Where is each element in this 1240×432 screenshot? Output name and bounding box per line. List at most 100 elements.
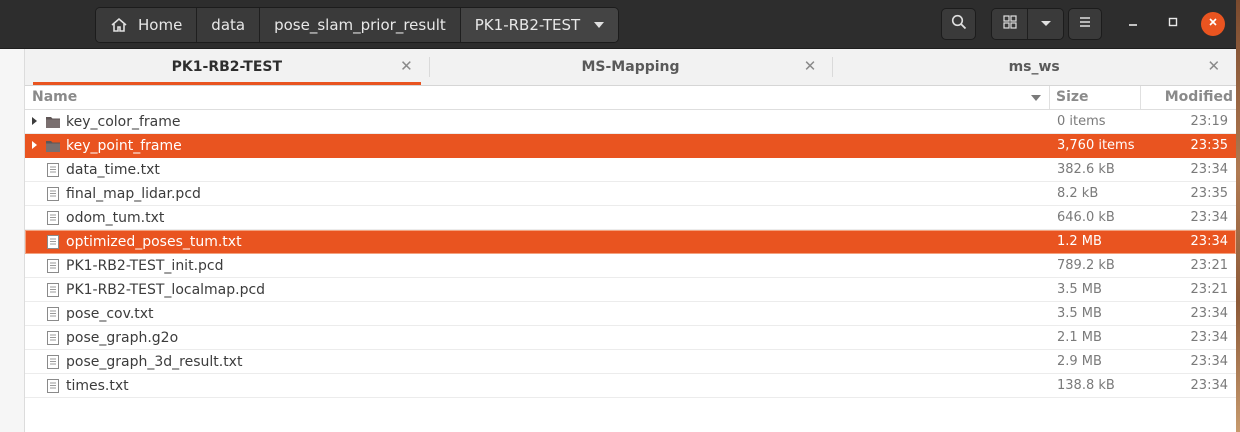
column-separator[interactable] (1140, 86, 1141, 109)
file-name: pose_cov.txt (66, 306, 154, 322)
minimize-button[interactable] (1121, 12, 1145, 36)
text-file-icon (45, 258, 61, 274)
tab-label: ms_ws (1008, 59, 1060, 75)
desktop-background (1236, 0, 1240, 432)
breadcrumb-label: pose_slam_prior_result (274, 16, 446, 34)
tab-ms-mapping[interactable]: MS-Mapping ✕ (428, 49, 833, 85)
text-file-icon (45, 162, 61, 178)
column-headers: Name Size Modified (25, 86, 1236, 110)
file-modified: 23:34 (1190, 162, 1228, 177)
close-icon[interactable]: ✕ (1207, 57, 1220, 75)
file-modified: 23:35 (1190, 138, 1228, 153)
tab-label: MS-Mapping (581, 59, 680, 75)
file-name: final_map_lidar.pcd (66, 186, 201, 202)
chevron-down-icon (1040, 16, 1052, 32)
menu-button[interactable] (1068, 8, 1102, 40)
file-name: PK1-RB2-TEST_init.pcd (66, 258, 224, 274)
table-row[interactable]: times.txt 138.8 kB 23:34 (25, 374, 1236, 398)
folder-icon (45, 114, 61, 130)
file-name: key_point_frame (66, 138, 182, 154)
breadcrumb-label: PK1-RB2-TEST (474, 16, 581, 34)
table-row[interactable]: final_map_lidar.pcd 8.2 kB 23:35 (25, 182, 1236, 206)
expand-arrow-icon[interactable] (32, 141, 37, 149)
tab-bar: PK1-RB2-TEST ✕ MS-Mapping ✕ ms_ws ✕ (25, 49, 1236, 86)
file-modified: 23:19 (1190, 114, 1228, 129)
grid-view-icon (1002, 15, 1017, 33)
breadcrumb-current[interactable]: PK1-RB2-TEST (460, 8, 619, 42)
table-row[interactable]: key_color_frame 0 items 23:19 (25, 110, 1236, 134)
close-icon[interactable]: ✕ (804, 57, 817, 75)
file-modified: 23:34 (1190, 210, 1228, 225)
text-file-icon (45, 186, 61, 202)
breadcrumb-pose-slam-prior-result[interactable]: pose_slam_prior_result (260, 8, 461, 42)
close-icon[interactable]: ✕ (400, 57, 413, 75)
text-file-icon (45, 378, 61, 394)
file-modified: 23:21 (1190, 282, 1228, 297)
table-row[interactable]: PK1-RB2-TEST_init.pcd 789.2 kB 23:21 (25, 254, 1236, 278)
file-size: 3.5 MB (1057, 282, 1102, 297)
table-row[interactable]: pose_graph.g2o 2.1 MB 23:34 (25, 326, 1236, 350)
table-row[interactable]: data_time.txt 382.6 kB 23:34 (25, 158, 1236, 182)
search-button[interactable] (941, 8, 976, 40)
home-icon (110, 16, 128, 34)
column-separator[interactable] (1049, 86, 1050, 109)
file-modified: 23:21 (1190, 258, 1228, 273)
table-row[interactable]: pose_cov.txt 3.5 MB 23:34 (25, 302, 1236, 326)
hamburger-menu-icon (1078, 16, 1092, 32)
tab-label: PK1-RB2-TEST (171, 59, 283, 75)
column-header-name[interactable]: Name (32, 86, 77, 109)
file-name: pose_graph.g2o (66, 330, 179, 346)
close-icon (1207, 16, 1219, 32)
breadcrumb-home[interactable]: Home (96, 8, 198, 42)
file-modified: 23:34 (1190, 306, 1228, 321)
text-file-icon (45, 330, 61, 346)
column-header-modified[interactable]: Modified (1165, 86, 1233, 109)
expand-arrow-icon[interactable] (32, 117, 37, 125)
text-file-icon (45, 306, 61, 322)
file-modified: 23:34 (1190, 354, 1228, 369)
breadcrumb-label: Home (138, 16, 183, 34)
table-row[interactable]: pose_graph_3d_result.txt 2.9 MB 23:34 (25, 350, 1236, 374)
file-name: pose_graph_3d_result.txt (66, 354, 243, 370)
file-size: 646.0 kB (1057, 210, 1115, 225)
folder-icon (45, 138, 61, 154)
file-modified: 23:34 (1190, 234, 1228, 249)
table-row[interactable]: odom_tum.txt 646.0 kB 23:34 (25, 206, 1236, 230)
breadcrumb-data[interactable]: data (197, 8, 261, 42)
file-size: 3,760 items (1057, 138, 1135, 153)
tab-ms-ws[interactable]: ms_ws ✕ (832, 49, 1236, 85)
view-options-button[interactable] (1027, 9, 1063, 39)
header-bar: Home data pose_slam_prior_result PK1-RB2… (0, 0, 1236, 49)
close-button[interactable] (1201, 12, 1225, 36)
file-name: PK1-RB2-TEST_localmap.pcd (66, 282, 266, 298)
maximize-button[interactable] (1161, 12, 1185, 36)
sidebar-edge (0, 49, 25, 432)
file-size: 2.1 MB (1057, 330, 1102, 345)
text-file-icon (45, 210, 61, 226)
file-modified: 23:34 (1190, 330, 1228, 345)
file-manager-window: Home data pose_slam_prior_result PK1-RB2… (0, 0, 1236, 432)
file-name: times.txt (66, 378, 129, 394)
file-modified: 23:34 (1190, 378, 1228, 393)
file-list: Name Size Modified key_color_frame 0 item… (25, 86, 1236, 432)
table-row[interactable]: PK1-RB2-TEST_localmap.pcd 3.5 MB 23:21 (25, 278, 1236, 302)
file-name: key_color_frame (66, 114, 181, 130)
text-file-icon (45, 282, 61, 298)
breadcrumb: Home data pose_slam_prior_result PK1-RB2… (95, 7, 620, 43)
minimize-icon (1127, 16, 1139, 32)
file-size: 1.2 MB (1057, 234, 1102, 249)
file-name: optimized_poses_tum.txt (66, 234, 242, 250)
sort-descending-icon[interactable] (1031, 95, 1041, 101)
table-row[interactable]: key_point_frame 3,760 items 23:35 (25, 134, 1236, 158)
file-name: data_time.txt (66, 162, 160, 178)
text-file-icon (45, 234, 61, 250)
column-header-size[interactable]: Size (1056, 86, 1089, 109)
grid-view-button[interactable] (992, 9, 1027, 39)
file-size: 138.8 kB (1057, 378, 1115, 393)
maximize-icon (1167, 16, 1179, 32)
tab-pk1-rb2-test[interactable]: PK1-RB2-TEST ✕ (25, 49, 429, 85)
breadcrumb-label: data (211, 16, 246, 34)
file-size: 382.6 kB (1057, 162, 1115, 177)
file-size: 789.2 kB (1057, 258, 1115, 273)
table-row[interactable]: optimized_poses_tum.txt 1.2 MB 23:34 (25, 230, 1236, 254)
